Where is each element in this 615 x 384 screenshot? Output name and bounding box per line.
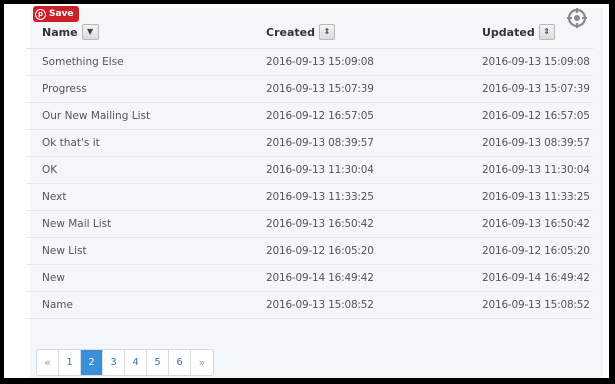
pinterest-save-button[interactable]: p Save <box>33 6 79 22</box>
page-button[interactable]: 5 <box>147 350 169 375</box>
page-button[interactable]: 1 <box>59 350 81 375</box>
cell-created: 2016-09-14 16:49:42 <box>266 272 374 284</box>
pinterest-save-label: Save <box>49 9 74 19</box>
table-row[interactable]: Ok that's it 2016-09-13 08:39:57 2016-09… <box>26 130 593 157</box>
pagination: « 1 2 3 4 5 6 » <box>36 349 214 376</box>
cell-name[interactable]: Ok that's it <box>42 137 100 149</box>
page-button-current[interactable]: 2 <box>81 350 103 375</box>
cell-name[interactable]: OK <box>42 164 57 176</box>
cell-name[interactable]: New <box>42 272 65 284</box>
table-row[interactable]: New Mail List 2016-09-13 16:50:42 2016-0… <box>26 211 593 238</box>
table-row[interactable]: Progress 2016-09-13 15:07:39 2016-09-13 … <box>26 76 593 103</box>
table-row[interactable]: Our New Mailing List 2016-09-12 16:57:05… <box>26 103 593 130</box>
page-prev-button[interactable]: « <box>37 350 59 375</box>
cell-created: 2016-09-13 15:08:52 <box>266 299 374 311</box>
cell-created: 2016-09-12 16:05:20 <box>266 245 374 257</box>
cell-updated: 2016-09-13 15:07:39 <box>482 83 590 95</box>
sort-arrows-icon[interactable]: ⇕ <box>538 24 555 40</box>
cell-updated: 2016-09-13 11:30:04 <box>482 164 590 176</box>
cell-created: 2016-09-13 11:33:25 <box>266 191 374 203</box>
column-updated-label: Updated <box>482 25 535 39</box>
table-row[interactable]: Name 2016-09-13 15:08:52 2016-09-13 15:0… <box>26 292 593 319</box>
table-row[interactable]: Something Else 2016-09-13 15:09:08 2016-… <box>26 49 593 76</box>
cell-created: 2016-09-13 16:50:42 <box>266 218 374 230</box>
table-row[interactable]: New List 2016-09-12 16:05:20 2016-09-12 … <box>26 238 593 265</box>
cell-updated: 2016-09-13 15:09:08 <box>482 56 590 68</box>
cell-updated: 2016-09-12 16:57:05 <box>482 110 590 122</box>
cell-created: 2016-09-13 15:07:39 <box>266 83 374 95</box>
pinterest-icon: p <box>35 8 46 20</box>
cell-name[interactable]: Something Else <box>42 56 124 68</box>
caret-down-icon[interactable]: ▼ <box>81 24 99 40</box>
table-row[interactable]: Next 2016-09-13 11:33:25 2016-09-13 11:3… <box>26 184 593 211</box>
cell-created: 2016-09-13 11:30:04 <box>266 164 374 176</box>
page-button[interactable]: 6 <box>169 350 191 375</box>
cell-name[interactable]: Our New Mailing List <box>42 110 150 122</box>
column-name-header[interactable]: Name ▼ <box>42 21 99 43</box>
cell-name[interactable]: Name <box>42 299 73 311</box>
cell-updated: 2016-09-13 15:08:52 <box>482 299 590 311</box>
table-header: Name ▼ Created ⇕ Updated ⇕ <box>26 20 593 49</box>
column-updated-header[interactable]: Updated ⇕ <box>482 21 555 43</box>
column-created-header[interactable]: Created ⇕ <box>266 21 335 43</box>
cell-created: 2016-09-12 16:57:05 <box>266 110 374 122</box>
cell-name[interactable]: Next <box>42 191 66 203</box>
page-button[interactable]: 4 <box>125 350 147 375</box>
table-row[interactable]: OK 2016-09-13 11:30:04 2016-09-13 11:30:… <box>26 157 593 184</box>
page-button[interactable]: 3 <box>103 350 125 375</box>
cell-updated: 2016-09-13 08:39:57 <box>482 137 590 149</box>
table-row[interactable]: New 2016-09-14 16:49:42 2016-09-14 16:49… <box>26 265 593 292</box>
column-created-label: Created <box>266 25 315 39</box>
cell-name[interactable]: New List <box>42 245 87 257</box>
cell-name[interactable]: Progress <box>42 83 87 95</box>
cell-updated: 2016-09-13 11:33:25 <box>482 191 590 203</box>
cell-name[interactable]: New Mail List <box>42 218 111 230</box>
cell-created: 2016-09-13 15:09:08 <box>266 56 374 68</box>
cell-updated: 2016-09-13 16:50:42 <box>482 218 590 230</box>
cell-updated: 2016-09-12 16:05:20 <box>482 245 590 257</box>
page-next-button[interactable]: » <box>191 350 213 375</box>
cell-created: 2016-09-13 08:39:57 <box>266 137 374 149</box>
column-name-label: Name <box>42 25 78 39</box>
cell-updated: 2016-09-14 16:49:42 <box>482 272 590 284</box>
sort-arrows-icon[interactable]: ⇕ <box>318 24 335 40</box>
